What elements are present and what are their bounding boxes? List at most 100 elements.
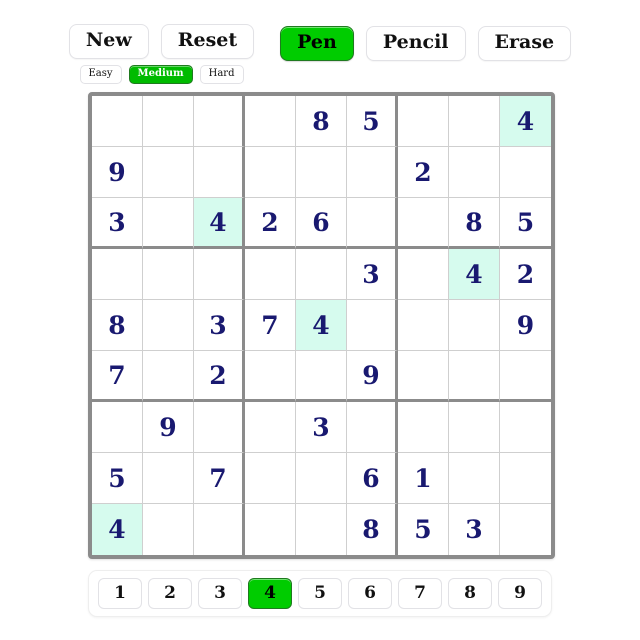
- number-pad-button-3[interactable]: 3: [198, 578, 242, 609]
- sudoku-cell-r3c6[interactable]: [347, 198, 398, 249]
- number-pad-button-6[interactable]: 6: [348, 578, 392, 609]
- sudoku-cell-r8c6[interactable]: 6: [347, 453, 398, 504]
- sudoku-cell-r1c5[interactable]: 8: [296, 96, 347, 147]
- sudoku-cell-r5c8[interactable]: [449, 300, 500, 351]
- number-pad-button-7[interactable]: 7: [398, 578, 442, 609]
- mode-pen-button[interactable]: Pen: [280, 26, 354, 61]
- sudoku-cell-r6c7[interactable]: [398, 351, 449, 402]
- sudoku-cell-r9c6[interactable]: 8: [347, 504, 398, 555]
- sudoku-cell-r5c1[interactable]: 8: [92, 300, 143, 351]
- sudoku-cell-r9c5[interactable]: [296, 504, 347, 555]
- difficulty-hard-button[interactable]: Hard: [199, 64, 244, 84]
- difficulty-medium-button[interactable]: Medium: [128, 64, 193, 84]
- sudoku-cell-r8c7[interactable]: 1: [398, 453, 449, 504]
- sudoku-cell-r4c5[interactable]: [296, 249, 347, 300]
- sudoku-cell-r7c4[interactable]: [245, 402, 296, 453]
- sudoku-cell-r3c4[interactable]: 2: [245, 198, 296, 249]
- sudoku-cell-r3c9[interactable]: 5: [500, 198, 551, 249]
- sudoku-cell-r9c9[interactable]: [500, 504, 551, 555]
- mode-pencil-button[interactable]: Pencil: [365, 26, 466, 61]
- number-pad-button-5[interactable]: 5: [298, 578, 342, 609]
- difficulty-easy-button[interactable]: Easy: [79, 64, 122, 84]
- sudoku-cell-r1c4[interactable]: [245, 96, 296, 147]
- sudoku-cell-r4c9[interactable]: 2: [500, 249, 551, 300]
- sudoku-cell-r5c3[interactable]: 3: [194, 300, 245, 351]
- sudoku-cell-r3c5[interactable]: 6: [296, 198, 347, 249]
- sudoku-cell-r9c8[interactable]: 3: [449, 504, 500, 555]
- sudoku-cell-r8c5[interactable]: [296, 453, 347, 504]
- sudoku-cell-r5c5[interactable]: 4: [296, 300, 347, 351]
- sudoku-cell-r7c9[interactable]: [500, 402, 551, 453]
- number-pad-button-4[interactable]: 4: [248, 578, 292, 609]
- sudoku-cell-r8c9[interactable]: [500, 453, 551, 504]
- reset-button[interactable]: Reset: [160, 24, 255, 59]
- sudoku-cell-r5c7[interactable]: [398, 300, 449, 351]
- sudoku-cell-r2c8[interactable]: [449, 147, 500, 198]
- sudoku-cell-r8c1[interactable]: 5: [92, 453, 143, 504]
- sudoku-cell-r2c1[interactable]: 9: [92, 147, 143, 198]
- sudoku-cell-r4c3[interactable]: [194, 249, 245, 300]
- number-pad-button-1[interactable]: 1: [98, 578, 142, 609]
- sudoku-cell-r6c2[interactable]: [143, 351, 194, 402]
- sudoku-cell-r7c2[interactable]: 9: [143, 402, 194, 453]
- sudoku-cell-r7c8[interactable]: [449, 402, 500, 453]
- sudoku-cell-r1c8[interactable]: [449, 96, 500, 147]
- sudoku-cell-r9c7[interactable]: 5: [398, 504, 449, 555]
- sudoku-cell-r8c8[interactable]: [449, 453, 500, 504]
- sudoku-cell-r6c6[interactable]: 9: [347, 351, 398, 402]
- sudoku-cell-r6c9[interactable]: [500, 351, 551, 402]
- sudoku-cell-r3c3[interactable]: 4: [194, 198, 245, 249]
- sudoku-cell-r9c4[interactable]: [245, 504, 296, 555]
- sudoku-cell-r3c8[interactable]: 8: [449, 198, 500, 249]
- sudoku-cell-r3c1[interactable]: 3: [92, 198, 143, 249]
- sudoku-cell-r2c9[interactable]: [500, 147, 551, 198]
- sudoku-cell-r9c3[interactable]: [194, 504, 245, 555]
- sudoku-cell-r6c8[interactable]: [449, 351, 500, 402]
- sudoku-cell-r4c4[interactable]: [245, 249, 296, 300]
- sudoku-cell-r7c1[interactable]: [92, 402, 143, 453]
- sudoku-cell-r6c1[interactable]: 7: [92, 351, 143, 402]
- sudoku-cell-r8c3[interactable]: 7: [194, 453, 245, 504]
- sudoku-cell-r5c6[interactable]: [347, 300, 398, 351]
- sudoku-cell-r7c7[interactable]: [398, 402, 449, 453]
- sudoku-cell-r1c7[interactable]: [398, 96, 449, 147]
- sudoku-cell-r7c5[interactable]: 3: [296, 402, 347, 453]
- sudoku-cell-r1c6[interactable]: 5: [347, 96, 398, 147]
- sudoku-cell-r7c6[interactable]: [347, 402, 398, 453]
- sudoku-cell-r7c3[interactable]: [194, 402, 245, 453]
- sudoku-cell-r5c4[interactable]: 7: [245, 300, 296, 351]
- sudoku-app: New Reset Easy Medium Hard Pen Pencil Erase …: [0, 0, 640, 640]
- number-pad-button-2[interactable]: 2: [148, 578, 192, 609]
- sudoku-grid[interactable]: 85492342685342837497299357614853: [88, 92, 555, 559]
- sudoku-cell-r8c2[interactable]: [143, 453, 194, 504]
- number-pad-button-8[interactable]: 8: [448, 578, 492, 609]
- sudoku-cell-r6c3[interactable]: 2: [194, 351, 245, 402]
- sudoku-cell-r4c8[interactable]: 4: [449, 249, 500, 300]
- new-game-button[interactable]: New: [68, 24, 149, 59]
- sudoku-cell-r2c4[interactable]: [245, 147, 296, 198]
- sudoku-cell-r9c1[interactable]: 4: [92, 504, 143, 555]
- sudoku-cell-r9c2[interactable]: [143, 504, 194, 555]
- sudoku-cell-r3c7[interactable]: [398, 198, 449, 249]
- sudoku-cell-r2c2[interactable]: [143, 147, 194, 198]
- sudoku-cell-r4c7[interactable]: [398, 249, 449, 300]
- sudoku-cell-r8c4[interactable]: [245, 453, 296, 504]
- sudoku-cell-r1c3[interactable]: [194, 96, 245, 147]
- sudoku-cell-r2c6[interactable]: [347, 147, 398, 198]
- sudoku-cell-r2c5[interactable]: [296, 147, 347, 198]
- sudoku-cell-r4c2[interactable]: [143, 249, 194, 300]
- sudoku-cell-r6c5[interactable]: [296, 351, 347, 402]
- sudoku-cell-r5c9[interactable]: 9: [500, 300, 551, 351]
- sudoku-cell-r1c1[interactable]: [92, 96, 143, 147]
- sudoku-cell-r6c4[interactable]: [245, 351, 296, 402]
- sudoku-cell-r2c3[interactable]: [194, 147, 245, 198]
- sudoku-cell-r1c2[interactable]: [143, 96, 194, 147]
- sudoku-cell-r4c6[interactable]: 3: [347, 249, 398, 300]
- number-pad-button-9[interactable]: 9: [498, 578, 542, 609]
- sudoku-cell-r1c9[interactable]: 4: [500, 96, 551, 147]
- sudoku-cell-r5c2[interactable]: [143, 300, 194, 351]
- sudoku-cell-r2c7[interactable]: 2: [398, 147, 449, 198]
- mode-erase-button[interactable]: Erase: [477, 26, 572, 61]
- sudoku-cell-r4c1[interactable]: [92, 249, 143, 300]
- sudoku-cell-r3c2[interactable]: [143, 198, 194, 249]
